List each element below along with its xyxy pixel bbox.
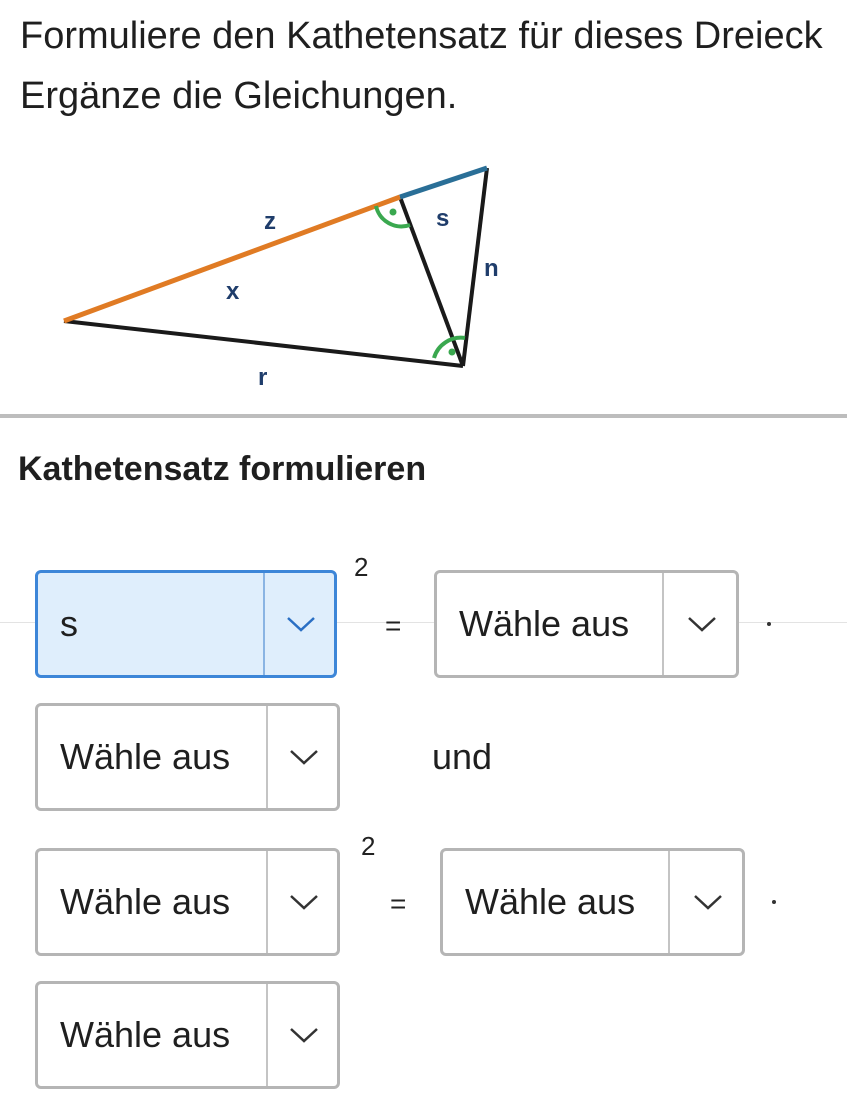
- right-angle-dot-top: [389, 208, 397, 216]
- right-angle-dot-bottom: [448, 348, 456, 356]
- eq1-left-dropdown[interactable]: s: [35, 570, 337, 678]
- connector-und: und: [432, 736, 493, 777]
- chevron-down-icon: [664, 573, 739, 675]
- eq1-right-dropdown[interactable]: Wähle aus: [434, 570, 739, 678]
- eq2-left-dropdown[interactable]: Wähle aus: [35, 848, 340, 956]
- dropdown-value: Wähle aus: [60, 881, 231, 922]
- eq1-multiply-dot: [767, 622, 771, 626]
- instruction-line-2: Ergänze die Gleichungen.: [20, 75, 458, 117]
- chevron-down-icon: [268, 706, 340, 808]
- instruction-line-1: Formuliere den Kathetensatz für dieses D…: [20, 15, 823, 57]
- chevron-down-icon: [268, 851, 340, 953]
- dropdown-value: s: [60, 603, 78, 644]
- label-s: s: [436, 205, 449, 232]
- eq1-equals-sign: =: [385, 610, 402, 641]
- label-z: z: [264, 208, 276, 235]
- dropdown-value: Wähle aus: [60, 736, 231, 777]
- side-r: [63, 319, 464, 368]
- triangle-diagram: z s n x r: [63, 165, 499, 391]
- label-r: r: [258, 364, 267, 391]
- dropdown-value: Wähle aus: [60, 1014, 231, 1055]
- section-divider: [0, 414, 847, 418]
- label-n: n: [484, 255, 499, 282]
- eq2-equals-sign: =: [390, 888, 407, 919]
- eq2-second-factor-dropdown[interactable]: Wähle aus: [35, 981, 340, 1089]
- chevron-down-icon: [268, 984, 340, 1086]
- eq2-right-dropdown[interactable]: Wähle aus: [440, 848, 745, 956]
- section-title: Kathetensatz formulieren: [18, 450, 427, 488]
- dropdown-value: Wähle aus: [465, 881, 636, 922]
- chevron-down-icon: [670, 851, 745, 953]
- eq1-second-factor-dropdown[interactable]: Wähle aus: [35, 703, 340, 811]
- dropdown-value: Wähle aus: [459, 603, 630, 644]
- eq2-multiply-dot: [772, 900, 776, 904]
- side-s: [399, 165, 488, 200]
- eq1-exponent: 2: [354, 552, 369, 582]
- eq2-exponent: 2: [361, 831, 376, 861]
- chevron-down-icon: [265, 573, 337, 675]
- label-x: x: [226, 278, 240, 305]
